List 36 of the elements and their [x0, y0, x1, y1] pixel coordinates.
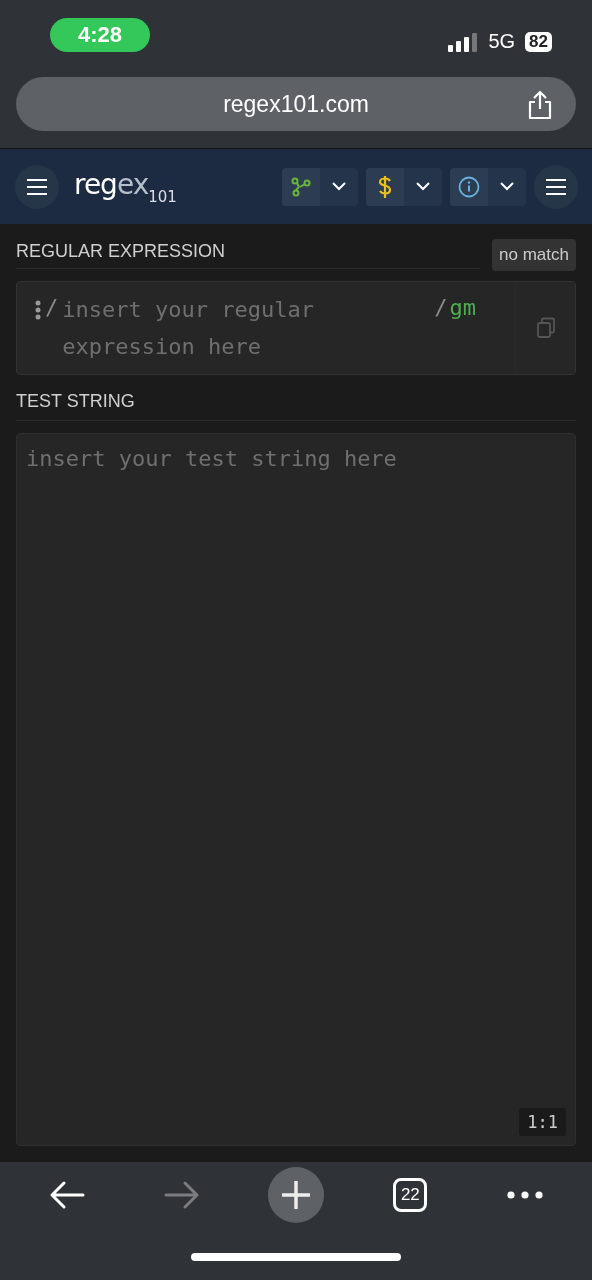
menu-button[interactable]	[15, 164, 59, 209]
battery-level: 82	[525, 31, 552, 52]
address-bar[interactable]: regex101.com	[16, 77, 576, 131]
network-label: 5G	[488, 30, 516, 53]
chevron-down-icon	[332, 182, 346, 191]
section-title: REGULAR EXPRESSION	[16, 241, 481, 269]
url-text: regex101.com	[223, 90, 369, 118]
signal-icon	[448, 31, 479, 52]
plus-icon	[281, 1181, 310, 1209]
dropdown-button[interactable]	[320, 167, 358, 206]
toolbar-button[interactable]	[282, 167, 320, 206]
dropdown-button[interactable]	[404, 167, 442, 206]
toolbar-button[interactable]	[366, 167, 404, 206]
drag-handle-icon[interactable]	[35, 300, 41, 320]
logo: regex$_{101}$	[74, 167, 178, 206]
menu-icon	[546, 178, 566, 195]
chevron-down-icon	[500, 182, 514, 191]
cursor-position: 1:1	[519, 1108, 566, 1136]
forward-icon	[163, 1180, 200, 1210]
chevron-down-icon	[416, 182, 430, 191]
back-icon	[49, 1180, 86, 1210]
dropdown-button[interactable]	[488, 167, 526, 206]
regex-flags[interactable]: gm	[449, 295, 476, 374]
time: 4:28	[50, 17, 150, 52]
copy-icon	[535, 317, 556, 339]
section-title: TEST STRING	[16, 391, 576, 421]
match-status: no match	[492, 239, 576, 271]
tabs-button[interactable]: 22	[393, 1178, 428, 1212]
delimiter: /	[434, 295, 448, 322]
toolbar-button[interactable]	[450, 167, 488, 206]
regex-field[interactable]: / insert your regular expression here /gm	[16, 281, 576, 375]
delimiter: /	[45, 295, 59, 322]
more-icon	[506, 1191, 543, 1199]
share-icon[interactable]	[526, 90, 554, 120]
menu-button[interactable]	[534, 164, 578, 209]
menu-icon	[27, 178, 47, 195]
